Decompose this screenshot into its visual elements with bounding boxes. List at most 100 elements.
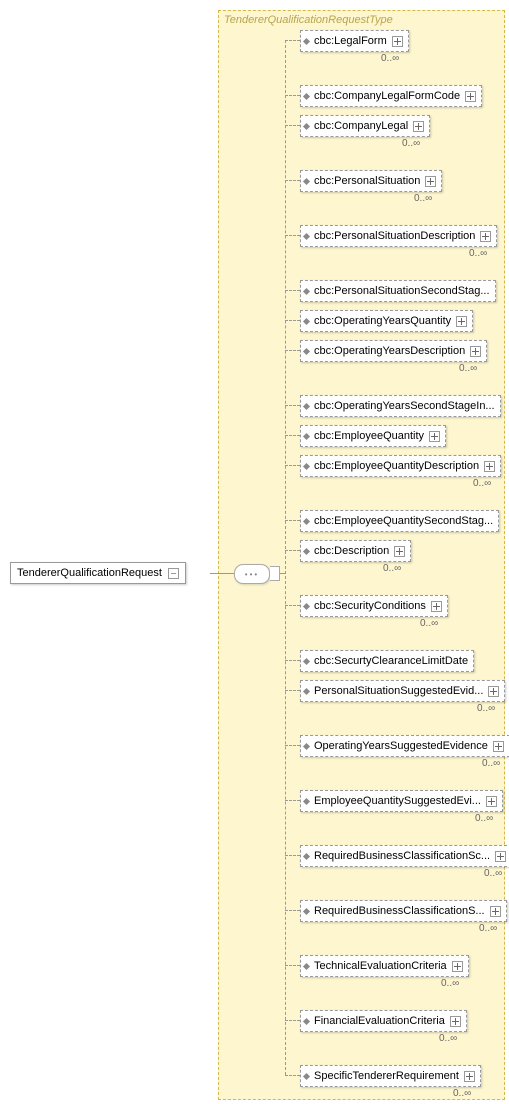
plus-icon[interactable] xyxy=(392,36,403,47)
child-element[interactable]: cbc:EmployeeQuantitySecondStag... xyxy=(300,510,499,532)
plus-icon[interactable] xyxy=(488,686,499,697)
connector xyxy=(285,465,300,466)
child-element[interactable]: PersonalSituationSuggestedEvid... xyxy=(300,680,505,702)
plus-icon[interactable] xyxy=(413,121,424,132)
bullet-icon xyxy=(304,234,309,239)
root-label: TendererQualificationRequest xyxy=(17,567,162,579)
bullet-icon xyxy=(304,744,309,749)
child-element[interactable]: cbc:PersonalSituationSecondStag... xyxy=(300,280,496,302)
child-element[interactable]: cbc:SecurtyClearanceLimitDate xyxy=(300,650,474,672)
child-label: cbc:OperatingYearsQuantity xyxy=(314,315,451,327)
cardinality-label: 0..∞ xyxy=(469,248,487,259)
child-element[interactable]: cbc:CompanyLegal xyxy=(300,115,430,137)
child-element[interactable]: TechnicalEvaluationCriteria xyxy=(300,955,469,977)
child-element[interactable]: cbc:CompanyLegalFormCode xyxy=(300,85,482,107)
child-element[interactable]: cbc:OperatingYearsSecondStageIn... xyxy=(300,395,501,417)
connector xyxy=(285,435,300,436)
connector xyxy=(285,690,300,691)
bullet-icon xyxy=(304,799,309,804)
child-element[interactable]: cbc:SecurityConditions xyxy=(300,595,448,617)
child-label: EmployeeQuantitySuggestedEvi... xyxy=(314,795,481,807)
child-element[interactable]: cbc:PersonalSituationDescription xyxy=(300,225,497,247)
cardinality-label: 0..∞ xyxy=(441,978,459,989)
child-element[interactable]: cbc:PersonalSituation xyxy=(300,170,442,192)
connector xyxy=(285,235,300,236)
connector xyxy=(210,573,234,574)
child-element[interactable]: cbc:LegalForm xyxy=(300,30,409,52)
child-element[interactable]: cbc:EmployeeQuantity xyxy=(300,425,446,447)
plus-icon[interactable] xyxy=(425,176,436,187)
child-element[interactable]: OperatingYearsSuggestedEvidence xyxy=(300,735,509,757)
root-element[interactable]: TendererQualificationRequest xyxy=(10,562,186,584)
child-label: cbc:SecurityConditions xyxy=(314,600,426,612)
bullet-icon xyxy=(304,39,309,44)
cardinality-label: 0..∞ xyxy=(453,1088,471,1099)
child-label: cbc:LegalForm xyxy=(314,35,387,47)
child-label: cbc:EmployeeQuantity xyxy=(314,430,424,442)
plus-icon[interactable] xyxy=(394,546,405,557)
connector xyxy=(285,745,300,746)
child-label: OperatingYearsSuggestedEvidence xyxy=(314,740,488,752)
child-label: cbc:PersonalSituationSecondStag... xyxy=(314,285,490,297)
child-element[interactable]: EmployeeQuantitySuggestedEvi... xyxy=(300,790,503,812)
bullet-icon xyxy=(304,124,309,129)
child-label: cbc:OperatingYearsDescription xyxy=(314,345,465,357)
child-label: cbc:Description xyxy=(314,545,389,557)
plus-icon[interactable] xyxy=(431,601,442,612)
sequence-compositor[interactable]: ••• xyxy=(234,564,270,584)
plus-icon[interactable] xyxy=(470,346,481,357)
child-label: cbc:CompanyLegalFormCode xyxy=(314,90,460,102)
plus-icon[interactable] xyxy=(456,316,467,327)
child-label: cbc:EmployeeQuantityDescription xyxy=(314,460,479,472)
plus-icon[interactable] xyxy=(486,796,497,807)
cardinality-label: 0..∞ xyxy=(439,1033,457,1044)
child-element[interactable]: cbc:OperatingYearsQuantity xyxy=(300,310,473,332)
cardinality-label: 0..∞ xyxy=(479,923,497,934)
bullet-icon xyxy=(304,909,309,914)
bullet-icon xyxy=(304,519,309,524)
child-element[interactable]: cbc:Description xyxy=(300,540,411,562)
plus-icon[interactable] xyxy=(495,851,506,862)
child-element[interactable]: cbc:EmployeeQuantityDescription xyxy=(300,455,501,477)
child-element[interactable]: FinancialEvaluationCriteria xyxy=(300,1010,467,1032)
child-label: SpecificTendererRequirement xyxy=(314,1070,459,1082)
child-element[interactable]: SpecificTendererRequirement xyxy=(300,1065,481,1087)
plus-icon[interactable] xyxy=(450,1016,461,1027)
plus-icon[interactable] xyxy=(490,906,501,917)
plus-icon[interactable] xyxy=(484,461,495,472)
connector xyxy=(285,320,300,321)
bullet-icon xyxy=(304,964,309,969)
cardinality-label: 0..∞ xyxy=(402,138,420,149)
bullet-icon xyxy=(304,179,309,184)
bullet-icon xyxy=(304,1074,309,1079)
cardinality-label: 0..∞ xyxy=(475,813,493,824)
plus-icon[interactable] xyxy=(452,961,463,972)
plus-icon[interactable] xyxy=(480,231,491,242)
child-element[interactable]: RequiredBusinessClassificationS... xyxy=(300,900,507,922)
connector xyxy=(285,290,300,291)
connector xyxy=(285,605,300,606)
plus-icon[interactable] xyxy=(493,741,504,752)
connector xyxy=(285,965,300,966)
plus-icon[interactable] xyxy=(464,1071,475,1082)
connector xyxy=(285,910,300,911)
connector xyxy=(285,800,300,801)
bullet-icon xyxy=(304,659,309,664)
bullet-icon xyxy=(304,94,309,99)
cardinality-label: 0..∞ xyxy=(473,478,491,489)
bullet-icon xyxy=(304,1019,309,1024)
cardinality-label: 0..∞ xyxy=(482,758,500,769)
child-element[interactable]: RequiredBusinessClassificationSc... xyxy=(300,845,509,867)
connector xyxy=(280,573,285,574)
child-label: cbc:EmployeeQuantitySecondStag... xyxy=(314,515,493,527)
bullet-icon xyxy=(304,464,309,469)
plus-icon[interactable] xyxy=(465,91,476,102)
connector xyxy=(285,550,300,551)
child-element[interactable]: cbc:OperatingYearsDescription xyxy=(300,340,487,362)
plus-icon[interactable] xyxy=(429,431,440,442)
child-label: cbc:PersonalSituation xyxy=(314,175,420,187)
connector xyxy=(285,350,300,351)
child-label: cbc:CompanyLegal xyxy=(314,120,408,132)
child-label: cbc:SecurtyClearanceLimitDate xyxy=(314,655,468,667)
connector xyxy=(285,40,300,41)
